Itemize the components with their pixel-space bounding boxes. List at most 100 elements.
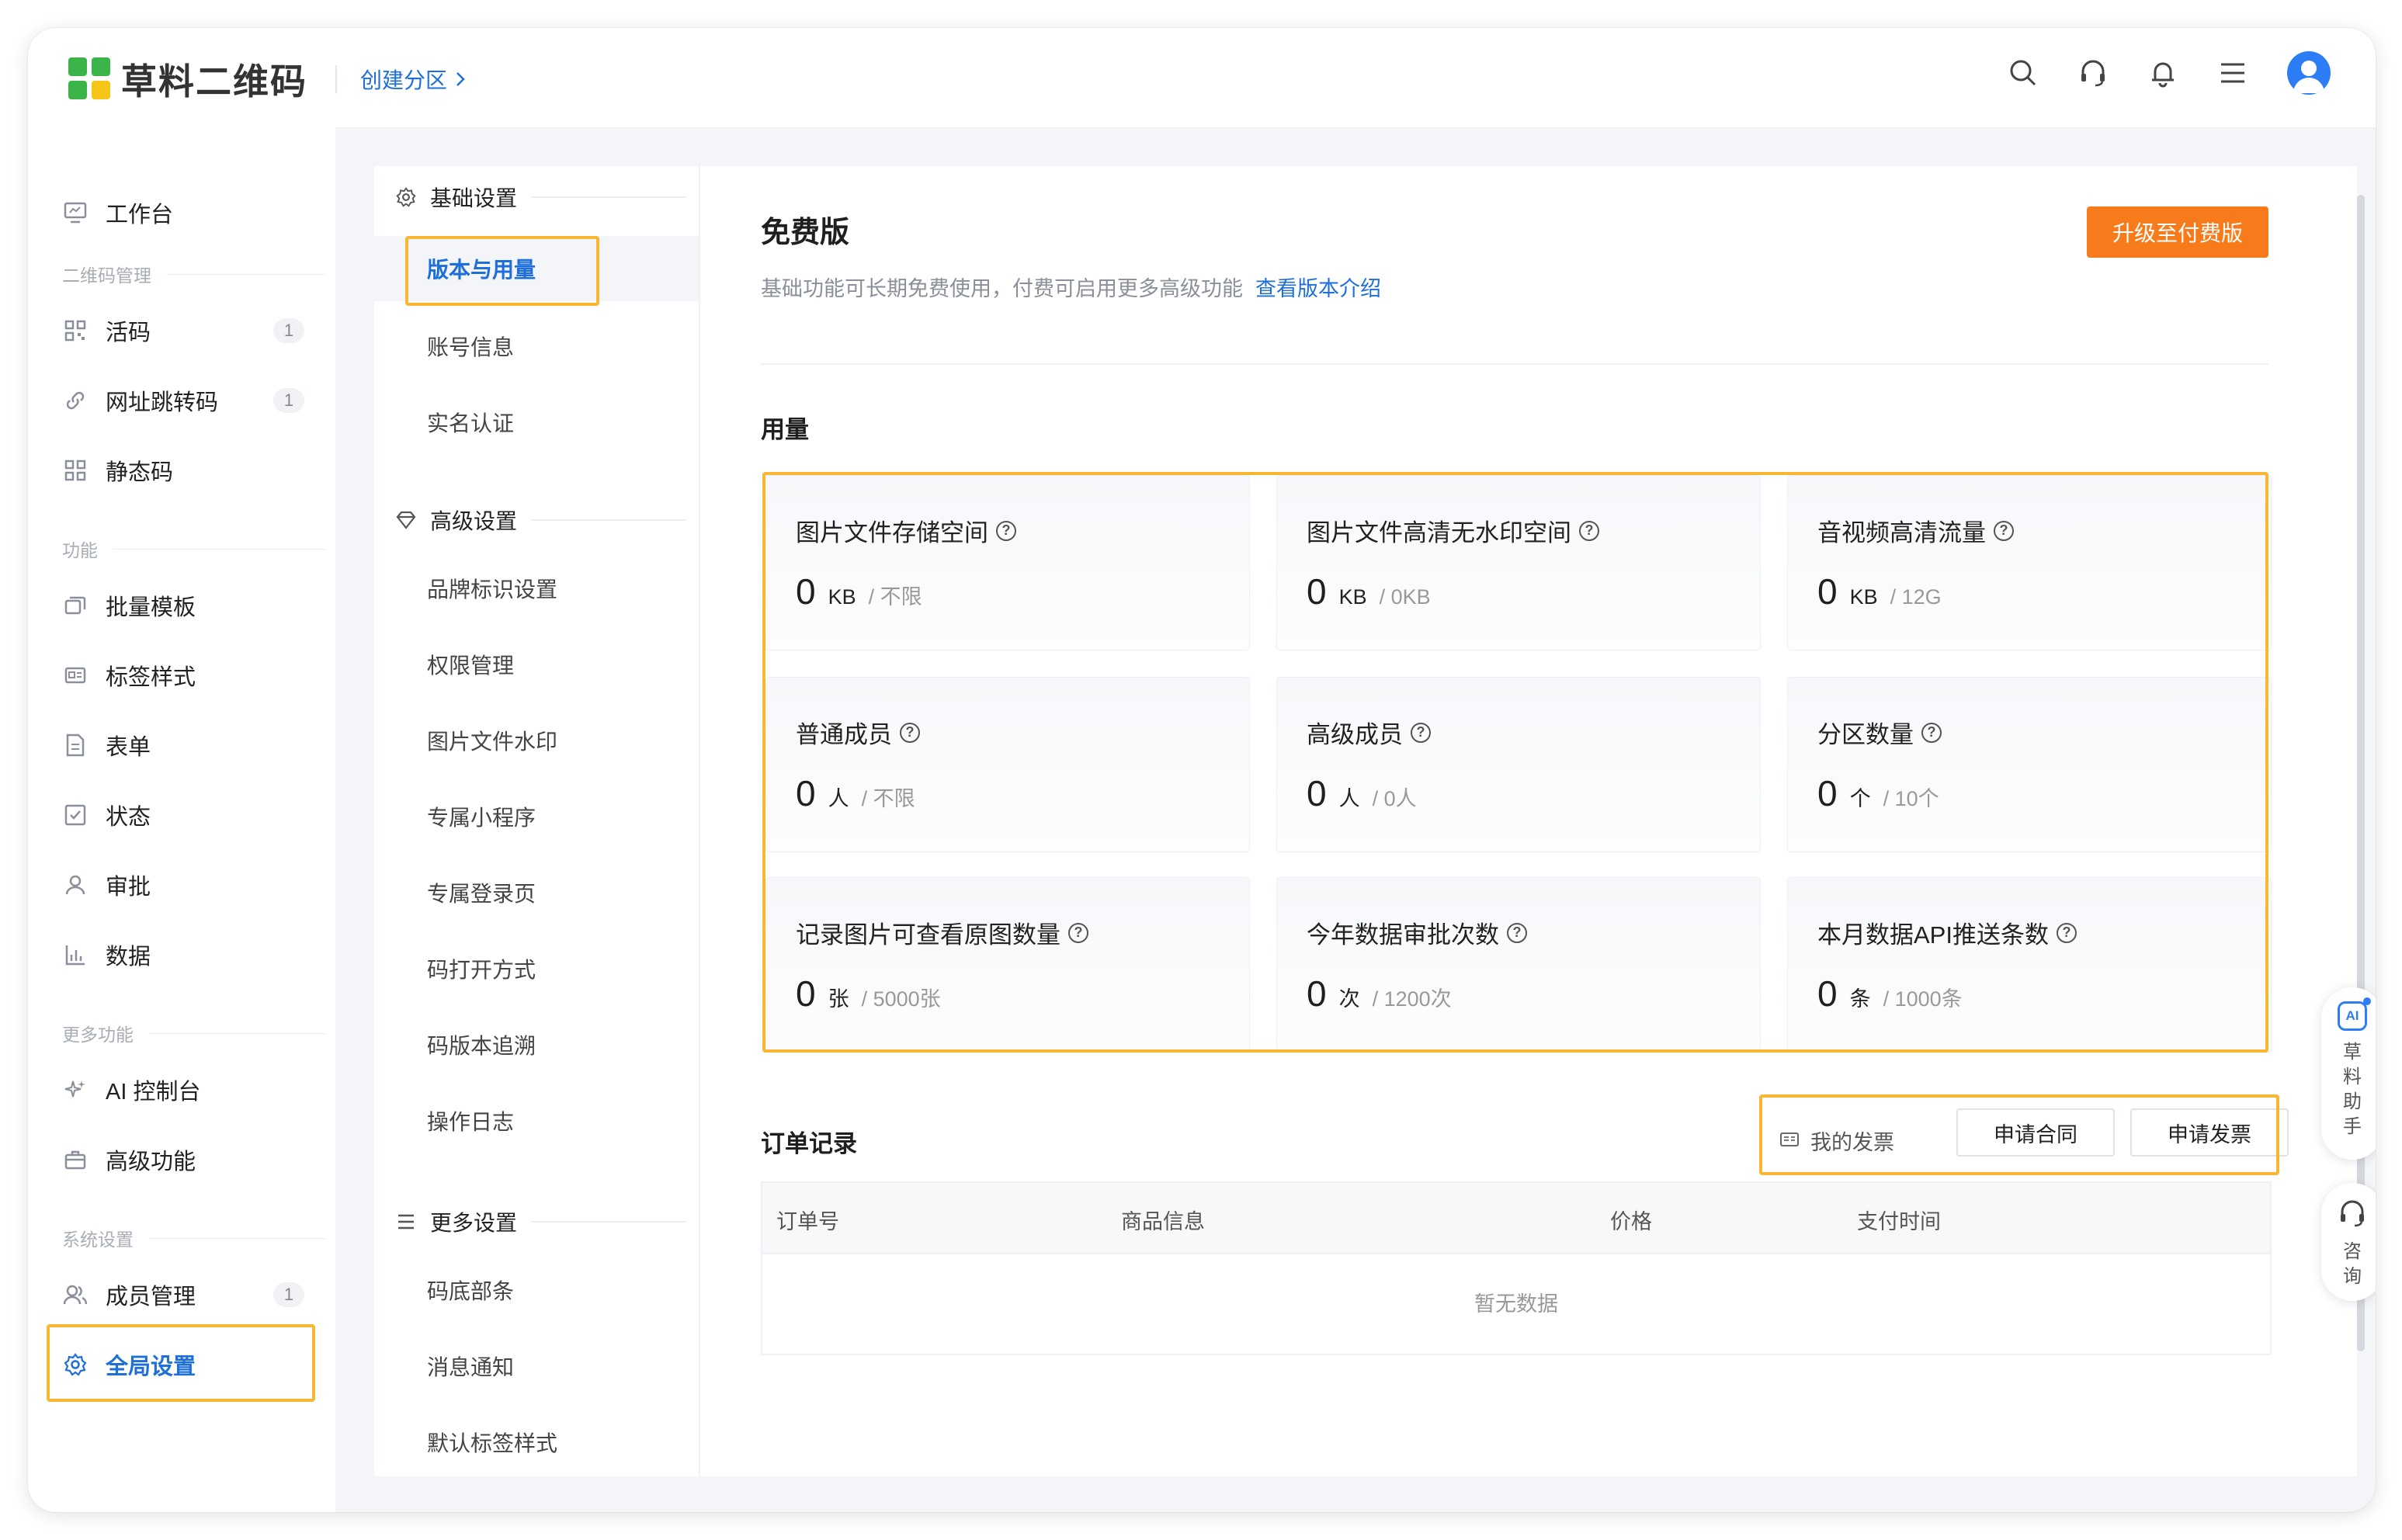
sidebar-item-advanced[interactable]: 高级功能 [62,1136,318,1183]
settings-group-advanced: 高级设置 [394,505,686,536]
sparkle-icon [62,1077,89,1103]
settings-group-label: 更多设置 [430,1211,518,1235]
scrollbar[interactable] [2357,195,2365,1351]
sidebar-item-data[interactable]: 数据 [62,931,318,978]
search-icon[interactable] [2008,57,2039,88]
sidebar-item-live-code[interactable]: 活码 1 [62,307,318,354]
orders-title: 订单记录 [761,1130,857,1157]
sidebar-item-workbench[interactable]: 工作台 [62,189,318,236]
plan-description: 基础功能可长期免费使用，付费可启用更多高级功能 查看版本介绍 [761,272,1381,302]
settings-group-label: 高级设置 [430,509,518,533]
sidebar-item-label: 表单 [106,735,151,760]
sidebar-item-static-code[interactable]: 静态码 [62,447,318,494]
sidebar-item-label: 标签样式 [106,665,196,690]
sidebar-item-label: 状态 [106,805,151,830]
headset-icon [2338,1198,2367,1232]
sidebar-item-form[interactable]: 表单 [62,722,318,768]
settings-item-notification[interactable]: 消息通知 [427,1351,514,1382]
label-card-icon [62,662,89,688]
assistant-label: 草料助手 [2343,1042,2362,1137]
qr-grid-icon [62,317,89,344]
settings-item-real-name[interactable]: 实名认证 [427,407,514,438]
count-badge: 1 [273,1282,304,1307]
consult-button[interactable]: 咨询 [2321,1183,2376,1301]
sidebar-item-label: 工作台 [106,203,174,227]
settings-group-label: 基础设置 [430,186,518,210]
divider [761,363,2268,365]
sidebar-item-label-style[interactable]: 标签样式 [62,652,318,699]
settings-item-brand-logo[interactable]: 品牌标识设置 [427,573,557,604]
main-panel: 免费版 基础功能可长期免费使用，付费可启用更多高级功能 查看版本介绍 升级至付费版… [699,166,2357,1476]
settings-item-mini-program[interactable]: 专属小程序 [427,801,536,832]
settings-item-login-page[interactable]: 专属登录页 [427,877,536,908]
list-icon [394,1210,418,1233]
create-partition-link[interactable]: 创建分区 [360,64,466,95]
checkbox-icon [62,802,89,828]
create-partition-label: 创建分区 [360,68,448,92]
sidebar-item-label: 审批 [106,875,151,900]
ai-badge-text: AI [2345,1008,2359,1023]
header-actions [2008,51,2331,95]
monitor-icon [62,199,89,226]
table-header: 订单号 商品信息 价格 支付时间 [762,1183,2270,1254]
nav-group-qr: 二维码管理 [62,261,326,287]
sidebar-item-url-redirect[interactable]: 网址跳转码 1 [62,377,318,424]
settings-item-default-label[interactable]: 默认标签样式 [427,1427,557,1458]
orders-table: 订单号 商品信息 价格 支付时间 暂无数据 [761,1181,2272,1355]
count-badge: 1 [273,388,304,413]
settings-nav: 基础设置 版本与用量 账号信息 实名认证 高级设置 品牌标识设置 权限管理 图片… [374,166,700,1476]
content-panel: 基础设置 版本与用量 账号信息 实名认证 高级设置 品牌标识设置 权限管理 图片… [374,166,2357,1476]
brand-logo[interactable]: 草料二维码 [68,56,307,102]
highlight-usage-grid [762,472,2268,1053]
upgrade-button[interactable]: 升级至付费版 [2087,206,2268,258]
sidebar-item-members[interactable]: 成员管理 1 [62,1271,318,1318]
nav-group-system: 系统设置 [62,1225,326,1251]
bell-icon[interactable] [2147,57,2178,88]
sidebar-item-label: 网址跳转码 [106,390,219,415]
empty-state: 暂无数据 [1474,1292,1558,1316]
sidebar-item-ai-console[interactable]: AI 控制台 [62,1067,318,1113]
headset-icon[interactable] [2077,57,2109,88]
avatar[interactable] [2287,51,2331,95]
column-header: 价格 [1610,1210,1652,1233]
settings-item-operation-log[interactable]: 操作日志 [427,1105,514,1136]
qr-static-icon [62,457,89,484]
sidebar-item-label: 批量模板 [106,595,196,620]
settings-item-account-info[interactable]: 账号信息 [427,331,514,362]
menu-icon[interactable] [2217,57,2248,88]
usage-grid: 图片文件存储空间? 0 KB / 不限 图片文件高清无水印空间? 0 KB/ 0KB … [762,472,2272,1053]
users-icon [62,1282,89,1308]
consult-label: 咨询 [2343,1241,2362,1287]
settings-item-open-method[interactable]: 码打开方式 [427,953,536,984]
ai-assistant-button[interactable]: AI 草料助手 [2321,987,2376,1160]
chevron-right-icon [456,72,465,86]
plan-title: 免费版 [761,217,850,249]
usage-title: 用量 [761,416,809,443]
sidebar-item-label: 静态码 [106,460,174,485]
sidebar-item-label: 高级功能 [106,1150,196,1174]
highlight-version-usage [405,236,599,306]
diamond-icon [394,508,418,532]
app-window: 草料二维码 创建分区 工作台 二维码管理 活码 1 网址跳转码 1 静态码 功能… [28,28,2376,1512]
bar-chart-icon [62,942,89,968]
sidebar-item-status[interactable]: 状态 [62,792,318,838]
briefcase-icon [62,1146,89,1173]
column-header: 商品信息 [1121,1210,1205,1233]
column-header: 订单号 [776,1210,839,1233]
link-icon [62,387,89,414]
user-icon [62,872,89,898]
sidebar-item-batch-template[interactable]: 批量模板 [62,582,318,629]
settings-item-permissions[interactable]: 权限管理 [427,649,514,680]
sidebar: 工作台 二维码管理 活码 1 网址跳转码 1 静态码 功能 批量模板 标签样式 … [28,127,335,1512]
settings-item-image-watermark[interactable]: 图片文件水印 [427,725,557,756]
copy-icon [62,592,89,619]
logo-mark-icon [68,57,112,101]
header-divider [335,65,337,93]
settings-item-code-bottom[interactable]: 码底部条 [427,1275,514,1306]
column-header: 支付时间 [1857,1210,1941,1233]
sidebar-item-approval[interactable]: 审批 [62,862,318,908]
sidebar-item-label: 数据 [106,945,151,969]
settings-item-version-trace[interactable]: 码版本追溯 [427,1029,536,1060]
nav-group-function: 功能 [62,536,326,562]
version-intro-link[interactable]: 查看版本介绍 [1255,277,1381,300]
